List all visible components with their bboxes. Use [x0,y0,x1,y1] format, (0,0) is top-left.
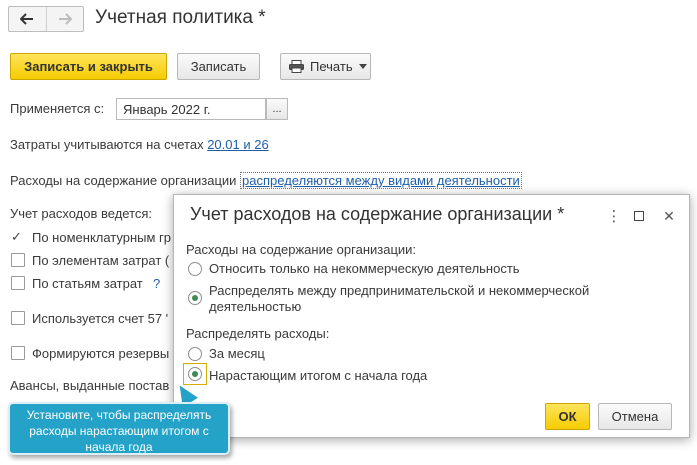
costs-accounts-text: Затраты учитываются на счетах 20.01 и 26 [10,137,269,152]
radio-noncommercial[interactable] [188,262,202,276]
minimize-icon[interactable] [630,207,648,225]
radio-monthly[interactable] [188,347,202,361]
arrow-left-icon [20,13,34,25]
arrow-right-icon [58,13,72,25]
section-org-expenses: Расходы на содержание организации: [186,242,417,257]
option-monthly-label: За месяц [209,346,265,361]
costs-accounts-link[interactable]: 20.01 и 26 [207,137,268,152]
costs-accounts-label: Затраты учитываются на счетах [10,137,204,152]
tooltip-line-3: начала года [85,440,153,454]
checkmark-icon: ✓ [11,229,22,244]
save-button[interactable]: Записать [177,53,260,80]
radio-distribute[interactable] [188,291,202,305]
print-label: Печать [310,59,353,74]
cancel-button[interactable]: Отмена [598,403,672,430]
save-and-close-button[interactable]: Записать и закрыть [10,53,167,80]
period-select-button[interactable]: ... [266,98,288,120]
org-expenses-link[interactable]: распределяются между видами деятельности [240,172,522,189]
applies-from-label: Применяется с: [10,101,105,116]
elements-checkbox[interactable] [11,253,25,267]
org-expenses-label: Расходы на содержание организации [10,173,237,188]
print-button[interactable]: Печать [280,53,371,80]
option-distribute-label-2: деятельностью [209,299,302,314]
option-elements-label: По элементам затрат ( [32,253,170,268]
chevron-down-icon [358,64,367,69]
nav-buttons [8,6,84,32]
reserves-checkbox[interactable] [11,346,25,360]
articles-checkbox[interactable] [11,276,25,290]
back-button[interactable] [9,7,47,31]
option-distribute-label-1: Распределять между предпринимательской и… [209,283,590,298]
section-distribute-expenses: Распределять расходы: [186,326,330,341]
option-articles-label: По статьям затрат [32,276,143,291]
option-cumulative-label: Нарастающим итогом с начала года [209,368,428,383]
hint-tooltip: Установите, чтобы распределять расходы н… [8,402,230,455]
radio-cumulative[interactable] [188,367,202,381]
window-title: Учетная политика * [95,7,266,28]
option-noncommercial-label: Относить только на некоммерческую деятел… [209,261,520,276]
org-expenses-text: Расходы на содержание организации распре… [10,172,522,189]
option-nomenclature-label[interactable]: По номенклатурным гр [32,230,171,245]
ok-button[interactable]: ОК [545,403,590,430]
advances-label: Авансы, выданные постав [10,378,170,393]
tooltip-line-2: расходы нарастающим итогом с [29,424,209,438]
help-question-icon[interactable]: ? [153,276,160,291]
more-icon[interactable]: ⋮ [605,207,623,225]
dialog-title: Учет расходов на содержание организации … [190,204,565,224]
close-icon[interactable]: ✕ [660,207,678,225]
reserves-label: Формируются резервы [32,346,170,361]
tooltip-line-1: Установите, чтобы распределять [26,408,212,422]
accounting-label: Учет расходов ведется: [10,206,153,221]
printer-icon [289,60,304,73]
forward-button[interactable] [47,7,84,31]
expenses-dialog: Учет расходов на содержание организации … [173,194,690,438]
account57-checkbox[interactable] [11,311,25,325]
applies-from-field[interactable]: Январь 2022 г. [116,98,266,120]
used-account-label: Используется счет 57 ' [32,311,169,326]
